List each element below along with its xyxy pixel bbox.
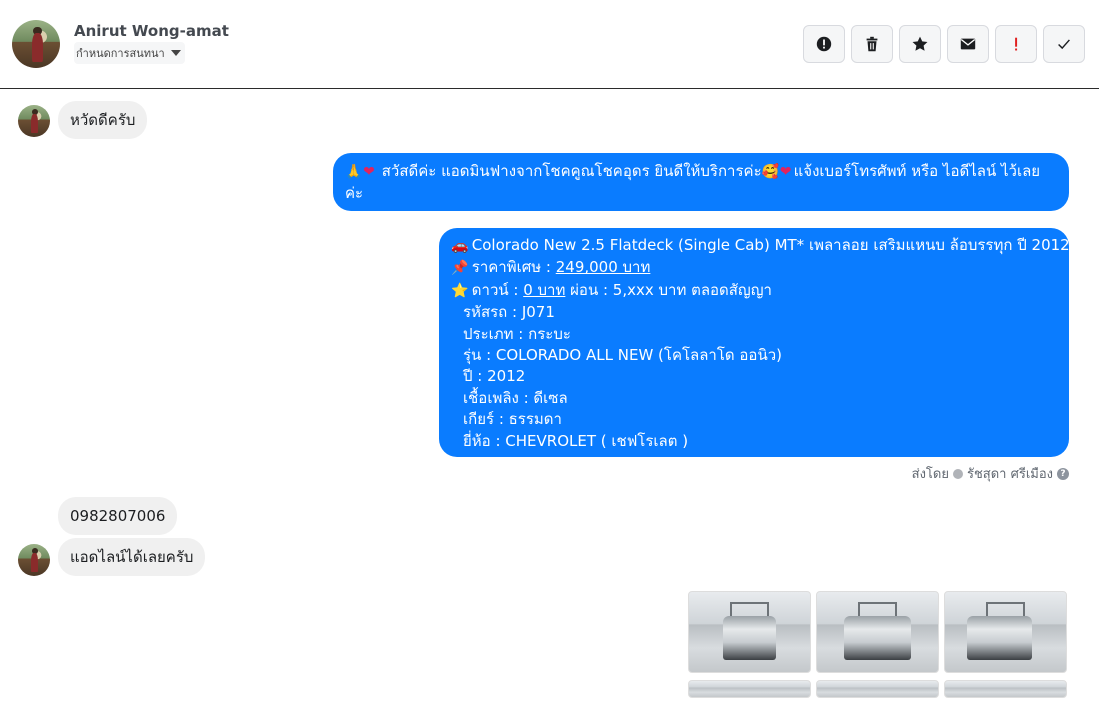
car-photo[interactable]: [688, 680, 811, 698]
star-icon: [912, 36, 928, 51]
star-button[interactable]: [899, 25, 941, 63]
done-button[interactable]: [1043, 25, 1085, 63]
conversation-status-label: กำหนดการสนทนา: [76, 47, 165, 60]
message-text: แอดไลน์ได้เลยครับ: [70, 548, 194, 566]
message-text: 0982807006: [70, 507, 166, 525]
red-heart-icon: ❤: [363, 164, 375, 180]
incoming-message[interactable]: แอดไลน์ได้เลยครับ: [58, 538, 206, 576]
car-year: ปี : 2012: [463, 367, 526, 386]
message-text: แจ้งเบอร์โทรศัพท์ หรือ ไอดีไลน์ ไว้เลย: [793, 162, 1041, 180]
conversation-status-dropdown[interactable]: กำหนดการสนทนา: [74, 42, 185, 64]
exclamation-icon: [1015, 37, 1018, 51]
outgoing-message[interactable]: 🚗 Colorado New 2.5 Flatdeck (Single Cab)…: [439, 228, 1070, 457]
message-text: สวัสดีค่ะ แอดมินฟางจากโชคคูณโชคอุดร ยินด…: [381, 162, 762, 180]
important-button[interactable]: [995, 25, 1037, 63]
sent-by-info: ส่งโดย รัชสุดา ศรีเมือง ?: [912, 463, 1069, 484]
red-car-icon: 🚗: [451, 238, 469, 254]
car-photo[interactable]: [944, 591, 1067, 673]
message-text: หวัดดีครับ: [70, 111, 136, 129]
star-emoji-icon: ⭐: [451, 282, 469, 299]
mail-button[interactable]: [947, 25, 989, 63]
envelope-icon: [960, 38, 976, 50]
conversation-header: Anirut Wong-amat กำหนดการสนทนา: [0, 0, 1099, 89]
caret-down-icon: [170, 50, 181, 56]
header-actions: [803, 25, 1085, 63]
praying-hands-icon: 🙏: [345, 164, 363, 180]
car-photo[interactable]: [688, 591, 811, 673]
check-icon: [1058, 39, 1070, 50]
car-brand: ยี่ห้อ : CHEVROLET ( เชฟโรเลต ): [463, 431, 689, 450]
car-type: ประเภท : กระบะ: [463, 324, 571, 343]
sender-avatar[interactable]: [18, 544, 50, 576]
incoming-message[interactable]: หวัดดีครับ: [58, 101, 148, 139]
red-heart-icon: ❤: [779, 164, 792, 180]
car-photo[interactable]: [816, 591, 939, 673]
incoming-message[interactable]: 0982807006: [58, 497, 178, 535]
car-gear: เกียร์ : ธรรมดา: [463, 410, 562, 429]
car-title: Colorado New 2.5 Flatdeck (Single Cab) M…: [471, 236, 1070, 254]
sent-by-label: ส่งโดย: [911, 467, 949, 482]
down-label: ดาวน์ :: [471, 280, 524, 299]
agent-icon: [952, 468, 963, 479]
price-label: ราคาพิเศษ :: [471, 258, 556, 277]
car-model: รุ่น : COLORADO ALL NEW (โคโลลาโด ออนิว): [463, 346, 782, 365]
sender-avatar[interactable]: [18, 105, 50, 137]
installment-text: ผ่อน : 5,xxx บาท ตลอดสัญญา: [565, 280, 772, 299]
contact-avatar[interactable]: [12, 20, 60, 68]
outgoing-message[interactable]: 🙏❤ สวัสดีค่ะ แอดมินฟางจากโชคคูณโชคอุดร ย…: [333, 153, 1069, 211]
price-value: 249,000 บาท: [555, 258, 651, 277]
pushpin-icon: 📌: [451, 260, 469, 277]
car-photo[interactable]: [816, 680, 939, 698]
contact-name[interactable]: Anirut Wong-amat: [74, 22, 229, 40]
report-button[interactable]: [803, 25, 845, 63]
exclamation-circle-icon: [816, 36, 832, 52]
car-fuel: เชื้อเพลิง : ดีเซล: [463, 388, 568, 407]
sent-by-name[interactable]: รัชสุดา ศรีเมือง: [967, 463, 1053, 484]
car-photo[interactable]: [944, 680, 1067, 698]
car-code: รหัสรถ : J071: [463, 303, 555, 322]
delete-button[interactable]: [851, 25, 893, 63]
smiling-hearts-face-icon: 🥰: [761, 164, 780, 180]
message-text: ค่ะ: [345, 184, 364, 203]
help-icon[interactable]: ?: [1057, 467, 1069, 480]
trash-icon: [866, 36, 878, 52]
down-value: 0 บาท: [523, 280, 566, 299]
